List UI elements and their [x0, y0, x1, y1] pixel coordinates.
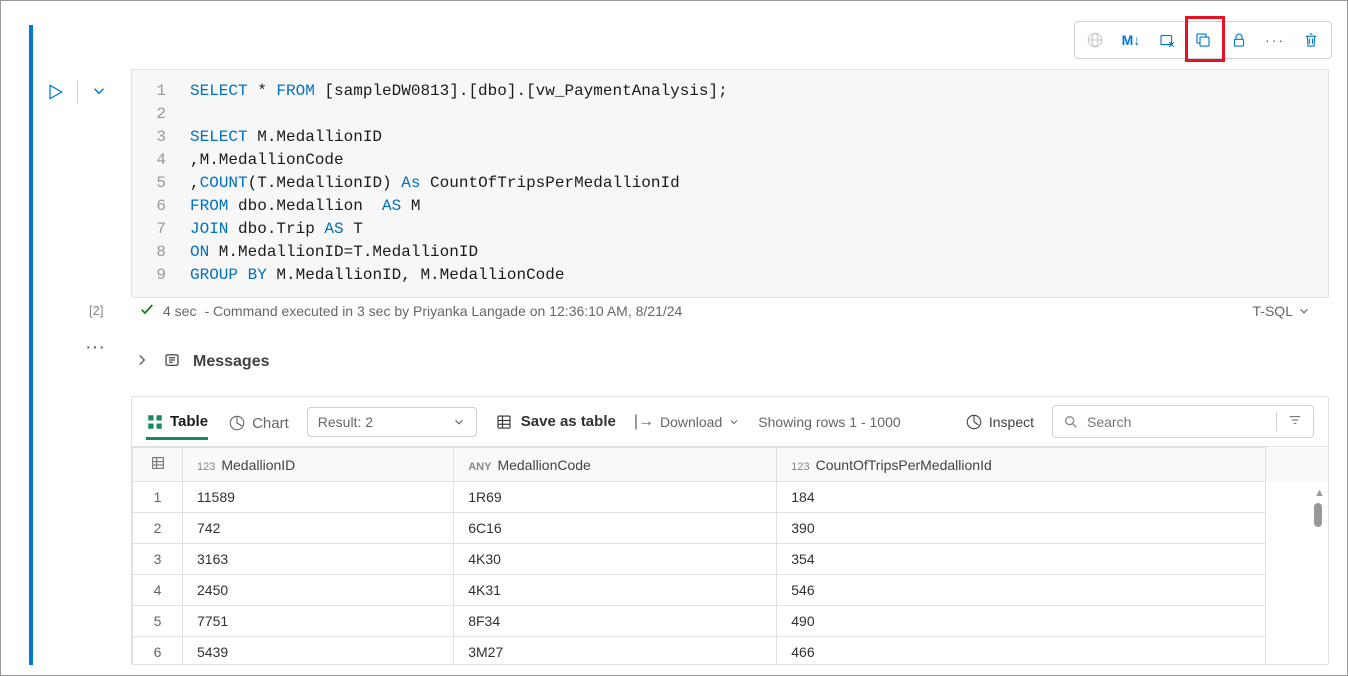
cell-medallionid: 742	[183, 513, 454, 544]
cell-count: 390	[777, 513, 1266, 544]
save-as-table-button[interactable]: Save as table	[495, 413, 616, 431]
table-header-row: 123MedallionID ANYMedallionCode 123Count…	[133, 448, 1328, 482]
cell-medallioncode: 6C16	[454, 513, 777, 544]
results-panel: Table Chart Result: 2 Save as table |→ D…	[131, 396, 1329, 665]
col-header-countoftrips[interactable]: 123CountOfTripsPerMedallionId	[777, 448, 1266, 482]
messages-section: Messages	[133, 351, 270, 372]
language-selector[interactable]: T-SQL	[1253, 303, 1311, 319]
table-row[interactable]: 4 2450 4K31 546	[133, 575, 1328, 606]
rows-showing-label: Showing rows 1 - 1000	[758, 414, 900, 430]
search-icon	[1063, 414, 1079, 430]
cell-count: 354	[777, 544, 1266, 575]
cell-medallioncode: 3M27	[454, 637, 777, 665]
lock-icon[interactable]	[1221, 24, 1257, 56]
inspect-button[interactable]: Inspect	[965, 413, 1034, 431]
divider	[77, 81, 78, 103]
table-row[interactable]: 2 742 6C16 390	[133, 513, 1328, 544]
run-button[interactable]	[45, 82, 65, 102]
table-row[interactable]: 3 3163 4K30 354	[133, 544, 1328, 575]
col-header-medallioncode[interactable]: ANYMedallionCode	[454, 448, 777, 482]
col-header-medallionid[interactable]: 123MedallionID	[183, 448, 454, 482]
duration-text: 4 sec	[163, 303, 196, 319]
download-button[interactable]: |→ Download	[634, 413, 740, 431]
code-token: SELECT	[190, 80, 248, 103]
cell-count: 490	[777, 606, 1266, 637]
tab-chart[interactable]: Chart	[228, 413, 289, 440]
cell-medallionid: 2450	[183, 575, 454, 606]
row-index: 2	[133, 513, 183, 544]
globe-icon[interactable]	[1077, 24, 1113, 56]
row-index: 6	[133, 637, 183, 665]
cell-more-icon[interactable]: ···	[85, 336, 105, 359]
row-index: 5	[133, 606, 183, 637]
exec-message: - Command executed in 3 sec by Priyanka …	[204, 303, 682, 319]
row-index: 3	[133, 544, 183, 575]
result-selector[interactable]: Result: 2	[307, 407, 477, 437]
tab-table[interactable]: Table	[146, 413, 208, 440]
cell-count: 466	[777, 637, 1266, 665]
table-row[interactable]: 1 11589 1R69 184	[133, 482, 1328, 513]
cell-focus-bar	[29, 25, 33, 665]
expand-messages-chevron[interactable]	[133, 351, 151, 372]
results-toolbar: Table Chart Result: 2 Save as table |→ D…	[132, 397, 1328, 447]
cell-toolbar: M↓ ···	[1074, 21, 1332, 59]
cell-medallionid: 7751	[183, 606, 454, 637]
scrollbar[interactable]: ▲	[1314, 487, 1324, 527]
table-row[interactable]: 6 5439 3M27 466	[133, 637, 1328, 665]
markdown-icon[interactable]: M↓	[1113, 24, 1149, 56]
row-index: 1	[133, 482, 183, 513]
cell-medallionid: 5439	[183, 637, 454, 665]
row-index: 4	[133, 575, 183, 606]
delete-icon[interactable]	[1293, 24, 1329, 56]
cell-medallionid: 11589	[183, 482, 454, 513]
messages-icon	[163, 351, 181, 372]
execution-status-bar: [2] 4 sec - Command executed in 3 sec by…	[1, 295, 1329, 326]
cell-medallioncode: 4K31	[454, 575, 777, 606]
cell-medallionid: 3163	[183, 544, 454, 575]
copy-cell-icon[interactable]	[1185, 24, 1221, 56]
search-input[interactable]	[1087, 414, 1268, 430]
more-icon[interactable]: ···	[1257, 24, 1293, 56]
cell-index: [2]	[89, 303, 103, 318]
success-check-icon	[139, 301, 155, 320]
run-dropdown-icon[interactable]	[90, 82, 108, 103]
search-box[interactable]	[1052, 405, 1314, 438]
cell-run-controls	[45, 81, 108, 103]
cell-medallioncode: 1R69	[454, 482, 777, 513]
results-table[interactable]: 123MedallionID ANYMedallionCode 123Count…	[132, 447, 1328, 664]
cell-count: 546	[777, 575, 1266, 606]
code-editor[interactable]: 1SELECT * FROM [sampleDW0813].[dbo].[vw_…	[131, 69, 1329, 298]
table-row[interactable]: 5 7751 8F34 490	[133, 606, 1328, 637]
cell-medallioncode: 4K30	[454, 544, 777, 575]
cell-medallioncode: 8F34	[454, 606, 777, 637]
messages-label: Messages	[193, 353, 270, 371]
grid-corner-icon[interactable]	[133, 448, 183, 482]
cell-count: 184	[777, 482, 1266, 513]
filter-icon[interactable]	[1276, 412, 1303, 431]
clear-output-icon[interactable]	[1149, 24, 1185, 56]
